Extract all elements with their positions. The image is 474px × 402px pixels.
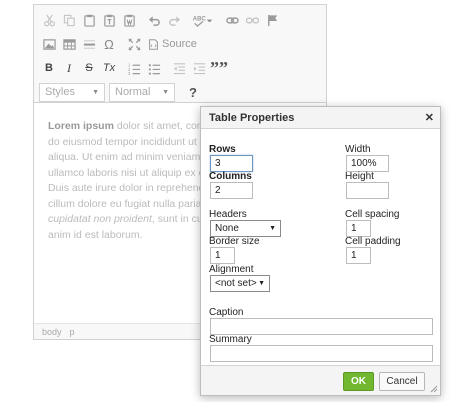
path-item-body[interactable]: body xyxy=(42,327,62,337)
cell-padding-input[interactable] xyxy=(346,247,371,264)
redo-icon[interactable] xyxy=(164,10,184,30)
chevron-down-icon: ▼ xyxy=(258,280,265,287)
cell-spacing-input[interactable] xyxy=(346,220,371,237)
source-button[interactable]: Source xyxy=(144,34,201,54)
italic-button[interactable]: I xyxy=(59,58,79,78)
alignment-value: <not set> xyxy=(215,278,257,289)
paste-icon[interactable] xyxy=(79,10,99,30)
paste-word-icon[interactable] xyxy=(119,10,139,30)
summary-label: Summary xyxy=(209,334,252,345)
rows-input[interactable] xyxy=(210,155,253,172)
styles-label: Styles xyxy=(45,86,75,98)
image-icon[interactable] xyxy=(39,34,59,54)
alignment-label: Alignment xyxy=(209,264,254,275)
bold-button[interactable]: B xyxy=(39,58,59,78)
alignment-select[interactable]: <not set> ▼ xyxy=(210,275,270,292)
svg-text:3: 3 xyxy=(128,71,131,75)
summary-input[interactable] xyxy=(210,345,433,362)
dialog-titlebar[interactable]: Table Properties ✕ xyxy=(201,107,440,129)
ok-button[interactable]: OK xyxy=(343,372,374,391)
table-icon[interactable] xyxy=(59,34,79,54)
copy-icon[interactable] xyxy=(59,10,79,30)
editor-toolbar: ABC Ω Source B I S Tx 1 2 3 ”” Styles ▼ … xyxy=(34,5,326,103)
horizontal-line-icon[interactable] xyxy=(79,34,99,54)
outdent-icon[interactable] xyxy=(169,58,189,78)
paragraph-italic: cupidatat non proident xyxy=(48,213,152,225)
border-size-input[interactable] xyxy=(210,247,235,264)
height-label: Height xyxy=(345,171,374,182)
maximize-icon[interactable] xyxy=(124,34,144,54)
columns-label: Columns xyxy=(209,171,252,182)
strikethrough-button[interactable]: S xyxy=(79,58,99,78)
styles-dropdown[interactable]: Styles ▼ xyxy=(39,82,105,102)
remove-format-button[interactable]: Tx xyxy=(99,58,119,78)
cell-spacing-label: Cell spacing xyxy=(345,209,400,220)
indent-icon[interactable] xyxy=(189,58,209,78)
close-icon[interactable]: ✕ xyxy=(425,111,434,124)
width-input[interactable] xyxy=(346,155,389,172)
headers-select[interactable]: None ▼ xyxy=(210,220,281,237)
dialog-title: Table Properties xyxy=(209,111,295,124)
blockquote-button[interactable]: ”” xyxy=(209,58,229,78)
spellcheck-icon[interactable]: ABC xyxy=(189,10,217,30)
anchor-icon[interactable] xyxy=(262,10,282,30)
source-label: Source xyxy=(162,38,197,50)
format-label: Normal xyxy=(115,86,151,98)
paragraph-lead: Lorem ipsum xyxy=(48,120,114,132)
headers-label: Headers xyxy=(209,209,247,220)
source-icon xyxy=(149,38,158,50)
svg-text:ABC: ABC xyxy=(193,16,207,22)
height-input[interactable] xyxy=(346,182,389,199)
path-item-p[interactable]: p xyxy=(70,327,75,337)
numbered-list-icon[interactable]: 123 xyxy=(124,58,144,78)
dialog-footer: OK Cancel xyxy=(201,365,440,395)
resize-handle-icon[interactable] xyxy=(430,385,438,393)
columns-input[interactable] xyxy=(210,182,253,199)
caption-label: Caption xyxy=(209,307,244,318)
chevron-down-icon: ▼ xyxy=(162,88,169,96)
width-label: Width xyxy=(345,144,371,155)
chevron-down-icon: ▼ xyxy=(92,88,99,96)
bulleted-list-icon[interactable] xyxy=(144,58,164,78)
paste-text-icon[interactable] xyxy=(99,10,119,30)
table-properties-dialog: Table Properties ✕ Rows Columns Headers … xyxy=(200,106,441,396)
remove-format-label: Tx xyxy=(102,61,116,74)
help-button[interactable]: ? xyxy=(183,82,203,102)
chevron-down-icon: ▼ xyxy=(269,225,276,232)
undo-icon[interactable] xyxy=(144,10,164,30)
cancel-button[interactable]: Cancel xyxy=(379,372,425,391)
unlink-icon[interactable] xyxy=(242,10,262,30)
border-size-label: Border size xyxy=(209,236,260,247)
caption-input[interactable] xyxy=(210,318,433,335)
link-icon[interactable] xyxy=(222,10,242,30)
headers-value: None xyxy=(215,223,239,234)
format-dropdown[interactable]: Normal ▼ xyxy=(109,82,175,102)
cut-icon[interactable] xyxy=(39,10,59,30)
special-char-icon[interactable]: Ω xyxy=(99,34,119,54)
rows-label: Rows xyxy=(209,144,236,155)
cell-padding-label: Cell padding xyxy=(345,236,401,247)
